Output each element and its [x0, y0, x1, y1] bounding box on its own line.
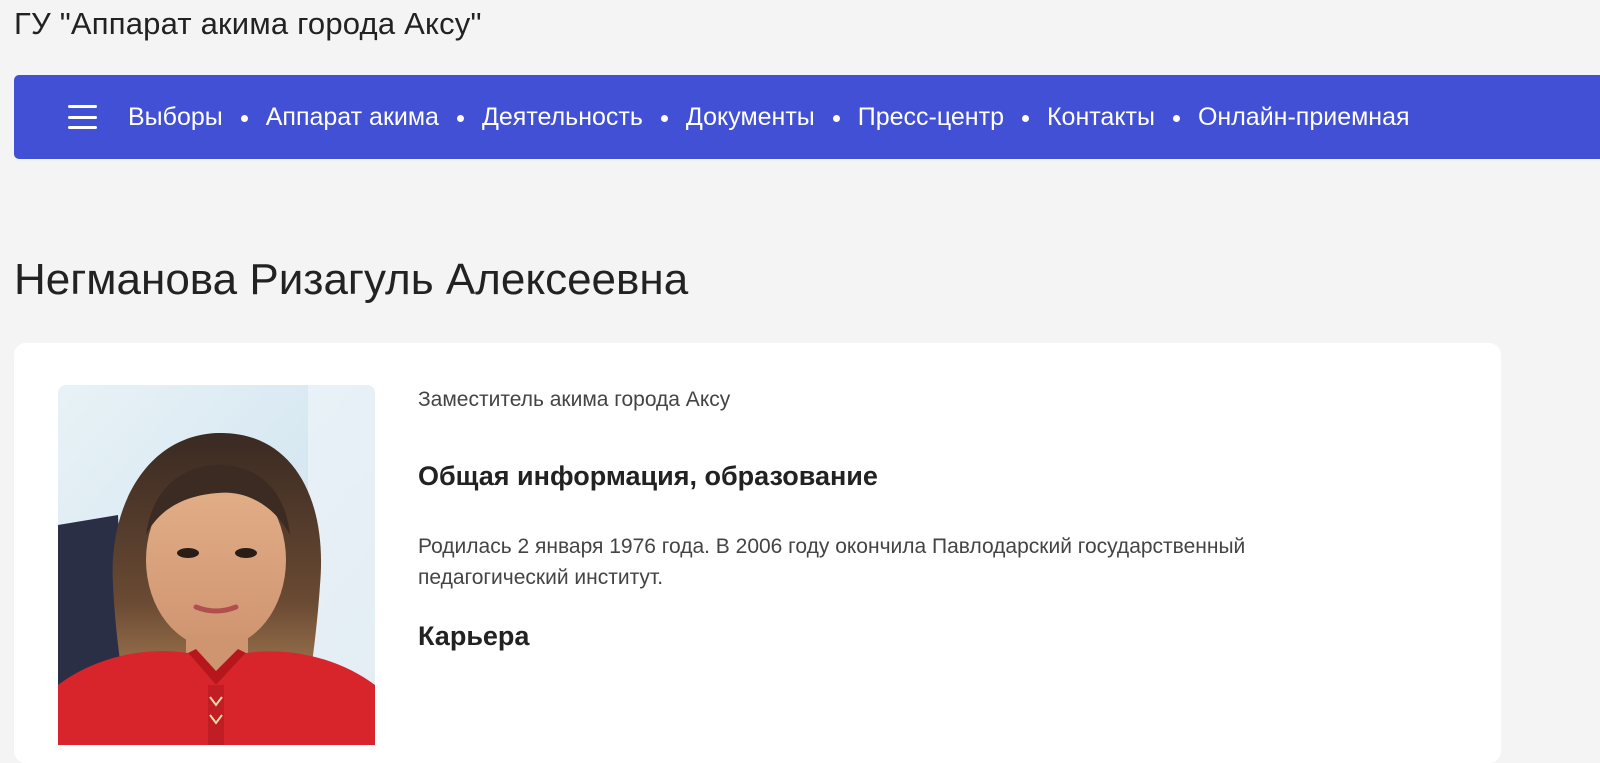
nav-separator-dot: [1172, 114, 1180, 122]
nav-list: Выборы Аппарат акима Деятельность Докуме…: [128, 103, 1410, 132]
profile-position: Заместитель акима города Аксу: [418, 388, 731, 411]
nav-separator-dot: [240, 114, 248, 122]
main-navbar: Выборы Аппарат акима Деятельность Докуме…: [14, 75, 1600, 159]
nav-item-contacts[interactable]: Контакты: [1047, 103, 1155, 132]
hamburger-menu-icon[interactable]: [68, 105, 97, 129]
nav-item-press-center[interactable]: Пресс-центр: [858, 103, 1004, 132]
nav-item-online-reception[interactable]: Онлайн-приемная: [1198, 103, 1410, 132]
nav-item-activity[interactable]: Деятельность: [482, 103, 643, 132]
nav-separator-dot: [456, 114, 464, 122]
profile-card: Заместитель акима города Аксу Общая инфо…: [14, 343, 1501, 763]
general-info-heading: Общая информация, образование: [418, 461, 878, 491]
page-title: Негманова Ризагуль Алексеевна: [14, 255, 689, 304]
portrait-image: [58, 385, 375, 745]
nav-item-documents[interactable]: Документы: [686, 103, 815, 132]
nav-separator-dot: [832, 114, 840, 122]
nav-item-elections[interactable]: Выборы: [128, 103, 223, 132]
nav-item-akim-office[interactable]: Аппарат акима: [266, 103, 439, 132]
profile-bio: Родилась 2 января 1976 года. В 2006 году…: [418, 535, 1246, 589]
nav-separator-dot: [1021, 114, 1029, 122]
site-org-title[interactable]: ГУ "Аппарат акима города Аксу": [14, 6, 482, 42]
nav-separator-dot: [660, 114, 668, 122]
profile-photo: [58, 385, 375, 745]
career-heading: Карьера: [418, 621, 530, 651]
